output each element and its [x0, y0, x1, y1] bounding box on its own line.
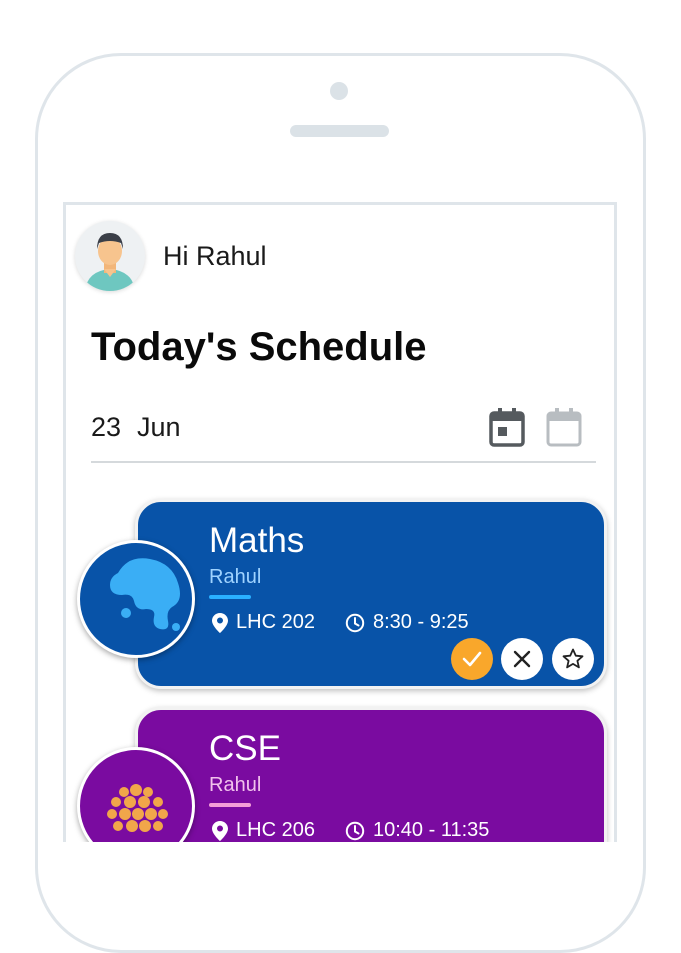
clock-icon — [345, 821, 365, 840]
class-time: 10:40 - 11:35 — [345, 819, 489, 842]
app-screen: Hi Rahul Today's Schedule 23 Jun Maths R… — [63, 202, 617, 842]
class-time: 8:30 - 9:25 — [345, 611, 469, 634]
maths-subject-badge — [77, 540, 195, 658]
location-pin-icon — [212, 820, 228, 841]
mark-attended-button[interactable] — [451, 638, 493, 680]
class-room-label: LHC 206 — [236, 819, 315, 841]
dots-cluster-icon — [107, 784, 168, 832]
class-room: LHC 202 — [212, 611, 315, 634]
class-teacher: Rahul — [209, 566, 262, 588]
mark-missed-button[interactable] — [501, 638, 543, 680]
class-subject: Maths — [209, 521, 305, 560]
class-subject: CSE — [209, 729, 281, 768]
class-room: LHC 206 — [212, 819, 315, 842]
greeting-text: Hi Rahul — [163, 241, 267, 271]
class-teacher: Rahul — [209, 774, 262, 796]
speaker-grille — [290, 125, 389, 137]
check-icon — [462, 651, 482, 667]
class-card-maths[interactable]: Maths Rahul LHC 202 8:30 - 9:25 — [135, 499, 607, 689]
star-outline-icon — [562, 648, 584, 669]
date-day: 23 — [91, 412, 122, 442]
avatar[interactable] — [75, 221, 145, 291]
clock-icon — [345, 613, 365, 632]
date-month: Jun — [137, 412, 181, 442]
class-time-label: 10:40 - 11:35 — [373, 819, 490, 841]
favorite-button[interactable] — [552, 638, 594, 680]
teacher-underline — [209, 595, 251, 599]
user-avatar-icon — [85, 233, 135, 291]
close-icon — [513, 650, 531, 668]
class-room-label: LHC 202 — [236, 611, 315, 633]
calendar-icon[interactable] — [546, 407, 582, 447]
class-time-label: 8:30 - 9:25 — [373, 611, 469, 633]
calendar-today-icon[interactable] — [489, 407, 525, 447]
header-divider — [91, 461, 596, 463]
splash-blob-icon — [110, 558, 180, 631]
location-pin-icon — [212, 612, 228, 633]
camera-dot — [330, 82, 348, 100]
page-title: Today's Schedule — [91, 325, 427, 369]
teacher-underline — [209, 803, 251, 807]
